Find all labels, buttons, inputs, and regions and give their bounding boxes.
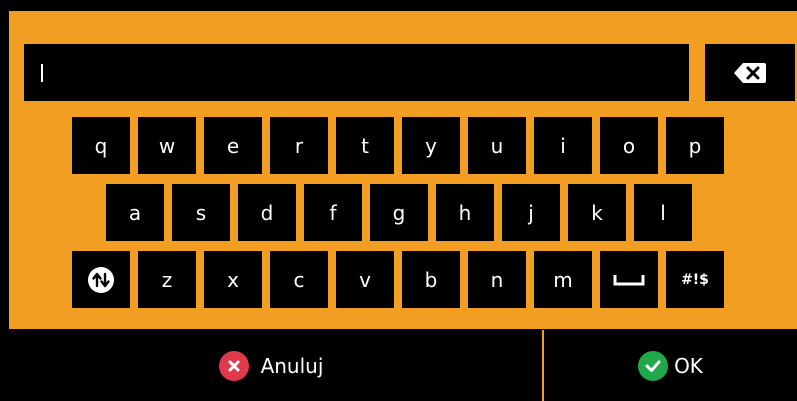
backspace-icon bbox=[734, 62, 766, 83]
key[interactable]: y bbox=[402, 117, 460, 174]
key[interactable]: q bbox=[72, 117, 130, 174]
key[interactable]: c bbox=[270, 251, 328, 308]
key[interactable]: w bbox=[138, 117, 196, 174]
key[interactable]: u bbox=[468, 117, 526, 174]
key[interactable]: f bbox=[304, 184, 362, 241]
key[interactable]: v bbox=[336, 251, 394, 308]
key-row-1: q w e r t y u i o p bbox=[72, 117, 724, 174]
key-row-3: z x c v b n m #!$ bbox=[72, 251, 724, 308]
key[interactable]: a bbox=[106, 184, 164, 241]
text-input[interactable] bbox=[24, 44, 689, 101]
key[interactable]: h bbox=[436, 184, 494, 241]
key[interactable]: p bbox=[666, 117, 724, 174]
key[interactable]: l bbox=[634, 184, 692, 241]
key[interactable]: m bbox=[534, 251, 592, 308]
text-caret bbox=[41, 64, 43, 82]
key[interactable]: d bbox=[238, 184, 296, 241]
backspace-button[interactable] bbox=[705, 44, 795, 101]
key[interactable]: r bbox=[270, 117, 328, 174]
close-icon bbox=[218, 350, 249, 381]
key[interactable]: t bbox=[336, 117, 394, 174]
key[interactable]: x bbox=[204, 251, 262, 308]
key[interactable]: j bbox=[502, 184, 560, 241]
shift-icon bbox=[88, 266, 114, 293]
cancel-label: Anuluj bbox=[260, 353, 324, 378]
key[interactable]: n bbox=[468, 251, 526, 308]
symbols-key[interactable]: #!$ bbox=[666, 251, 724, 308]
key[interactable]: g bbox=[370, 184, 428, 241]
key[interactable]: b bbox=[402, 251, 460, 308]
check-icon bbox=[638, 350, 669, 381]
key-row-2: a s d f g h j k l bbox=[106, 184, 692, 241]
cancel-button[interactable]: Anuluj bbox=[0, 330, 542, 401]
key[interactable]: i bbox=[534, 117, 592, 174]
key[interactable]: k bbox=[568, 184, 626, 241]
key[interactable]: o bbox=[600, 117, 658, 174]
space-icon bbox=[613, 274, 645, 285]
key[interactable]: e bbox=[204, 117, 262, 174]
ok-label: OK bbox=[674, 353, 703, 378]
key[interactable]: z bbox=[138, 251, 196, 308]
space-key[interactable] bbox=[600, 251, 658, 308]
ok-button[interactable]: OK bbox=[544, 330, 797, 401]
key[interactable]: s bbox=[172, 184, 230, 241]
shift-key[interactable] bbox=[72, 251, 130, 308]
